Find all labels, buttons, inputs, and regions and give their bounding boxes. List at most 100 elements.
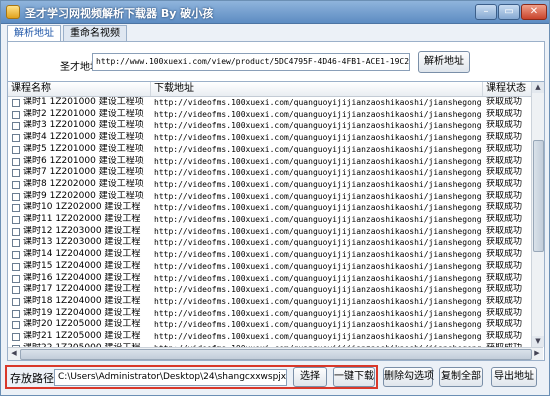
download-url-cell: http://videofms.100xuexi.com/quanguoyiji… <box>154 121 482 131</box>
download-url-cell: http://videofms.100xuexi.com/quanguoyiji… <box>154 250 482 260</box>
maximize-button[interactable]: ▭ <box>498 4 520 20</box>
table-row[interactable]: 课时14 1Z204000 建设工程 http://videofms.100xue… <box>8 249 531 261</box>
select-folder-button[interactable]: 选择 <box>293 367 327 387</box>
table-row[interactable]: 课时11 1Z202000 建设工程 http://videofms.100xue… <box>8 214 531 226</box>
url-input[interactable]: http://www.100xuexi.com/view/product/5DC… <box>92 53 410 71</box>
row-checkbox[interactable] <box>12 262 20 271</box>
column-header-url[interactable]: 下载地址 <box>151 82 483 96</box>
course-name-cell: 课时9 1Z202000 建设工程项 <box>23 190 144 201</box>
course-status-cell: 获取成功 <box>486 295 523 306</box>
table-row[interactable]: 课时15 1Z204000 建设工程 http://videofms.100xue… <box>8 261 531 273</box>
table-row[interactable]: 课时2 1Z201000 建设工程项 http://videofms.100xue… <box>8 109 531 121</box>
download-url-cell: http://videofms.100xuexi.com/quanguoyiji… <box>154 144 482 154</box>
close-button[interactable]: ✕ <box>521 4 547 20</box>
course-status-cell: 获取成功 <box>486 272 523 283</box>
table-row[interactable]: 课时20 1Z205000 建设工程 http://videofms.100xue… <box>8 319 531 331</box>
row-checkbox[interactable] <box>12 169 20 178</box>
course-status-cell: 获取成功 <box>486 237 523 248</box>
course-list: 课程名称 下载地址 课程状态 课时1 1Z201000 建设工程项 http://… <box>8 81 544 361</box>
row-checkbox[interactable] <box>12 309 20 318</box>
course-name-cell: 课时3 1Z201000 建设工程项 <box>23 120 144 131</box>
row-checkbox[interactable] <box>12 145 20 154</box>
delete-checked-button[interactable]: 删除勾选项 <box>383 367 434 387</box>
download-url-cell: http://videofms.100xuexi.com/quanguoyiji… <box>154 215 482 224</box>
vertical-scroll-thumb[interactable] <box>533 140 544 252</box>
minimize-button[interactable]: – <box>475 4 497 20</box>
row-checkbox[interactable] <box>12 274 20 283</box>
table-row[interactable]: 课时9 1Z202000 建设工程项 http://videofms.100xue… <box>8 191 531 203</box>
copy-all-button[interactable]: 复制全部 <box>439 367 483 387</box>
row-checkbox[interactable] <box>12 192 20 201</box>
course-name-cell: 课时1 1Z201000 建设工程项 <box>23 97 144 107</box>
course-status-cell: 获取成功 <box>486 155 523 166</box>
scroll-right-icon[interactable]: ▶ <box>531 348 543 359</box>
column-header-status[interactable]: 课程状态 <box>483 82 531 96</box>
scroll-up-icon[interactable]: ▲ <box>532 82 544 93</box>
row-checkbox[interactable] <box>12 216 20 224</box>
save-path-input[interactable]: C:\Users\Administrator\Desktop\24\shangc… <box>54 369 287 386</box>
title-bar[interactable]: 圣才学习网视频解析下载器 By 破小孩 – ▭ ✕ <box>1 1 549 24</box>
row-checkbox[interactable] <box>12 204 20 213</box>
table-row[interactable]: 课时13 1Z203000 建设工程 http://videofms.100xue… <box>8 237 531 249</box>
row-checkbox[interactable] <box>12 321 20 330</box>
table-row[interactable]: 课时18 1Z204000 建设工程 http://videofms.100xue… <box>8 296 531 308</box>
course-status-cell: 获取成功 <box>486 97 523 107</box>
parse-url-button[interactable]: 解析地址 <box>418 51 470 73</box>
course-status-cell: 获取成功 <box>486 167 523 178</box>
save-path-label: 存放路径: <box>10 372 58 385</box>
course-name-cell: 课时21 1Z205000 建设工程 <box>23 331 141 341</box>
course-name-cell: 课时7 1Z201000 建设工程项 <box>23 167 144 178</box>
tab-parse-url[interactable]: 解析地址 <box>7 25 61 42</box>
course-name-cell: 课时10 1Z202000 建设工程 <box>23 202 141 213</box>
scroll-down-icon[interactable]: ▼ <box>532 336 544 347</box>
table-row[interactable]: 课时8 1Z202000 建设工程项 http://videofms.100xue… <box>8 179 531 191</box>
course-name-cell: 课时6 1Z201000 建设工程项 <box>23 155 144 166</box>
table-row[interactable]: 课时4 1Z201000 建设工程项 http://videofms.100xue… <box>8 132 531 144</box>
course-status-cell: 获取成功 <box>486 249 523 260</box>
column-header-name[interactable]: 课程名称 <box>8 82 151 96</box>
vertical-scrollbar[interactable]: ▲ ▼ <box>531 82 544 347</box>
row-checkbox[interactable] <box>12 99 20 107</box>
download-url-cell: http://videofms.100xuexi.com/quanguoyiji… <box>154 203 482 213</box>
row-checkbox[interactable] <box>12 157 20 166</box>
tab-rename-video[interactable]: 重命名视频 <box>63 25 127 41</box>
download-url-cell: http://videofms.100xuexi.com/quanguoyiji… <box>154 296 482 306</box>
course-status-cell: 获取成功 <box>486 331 523 341</box>
row-checkbox[interactable] <box>12 297 20 306</box>
row-checkbox[interactable] <box>12 134 20 143</box>
table-row[interactable]: 课时3 1Z201000 建设工程项 http://videofms.100xue… <box>8 120 531 132</box>
list-header: 课程名称 下载地址 课程状态 <box>8 82 531 97</box>
table-row[interactable]: 课时1 1Z201000 建设工程项 http://videofms.100xue… <box>8 97 531 109</box>
horizontal-scrollbar[interactable]: ◀ ▶ <box>8 347 543 360</box>
row-checkbox[interactable] <box>12 110 20 119</box>
row-checkbox[interactable] <box>12 122 20 131</box>
course-status-cell: 获取成功 <box>486 225 523 236</box>
row-checkbox[interactable] <box>12 239 20 248</box>
table-row[interactable]: 课时17 1Z204000 建设工程 http://videofms.100xue… <box>8 284 531 296</box>
scroll-left-icon[interactable]: ◀ <box>8 348 20 359</box>
table-row[interactable]: 课时6 1Z201000 建设工程项 http://videofms.100xue… <box>8 156 531 168</box>
row-checkbox[interactable] <box>12 333 20 341</box>
table-row[interactable]: 课时7 1Z201000 建设工程项 http://videofms.100xue… <box>8 167 531 179</box>
horizontal-scroll-thumb[interactable] <box>20 349 532 360</box>
table-row[interactable]: 课时12 1Z203000 建设工程 http://videofms.100xue… <box>8 226 531 238</box>
table-row[interactable]: 课时21 1Z205000 建设工程 http://videofms.100xue… <box>8 331 531 343</box>
table-row[interactable]: 课时10 1Z202000 建设工程 http://videofms.100xue… <box>8 202 531 214</box>
row-checkbox[interactable] <box>12 251 20 260</box>
course-name-cell: 课时2 1Z201000 建设工程项 <box>23 108 144 119</box>
row-checkbox[interactable] <box>12 286 20 295</box>
export-urls-button[interactable]: 导出地址 <box>491 367 537 387</box>
row-checkbox[interactable] <box>12 180 20 189</box>
table-row[interactable]: 课时5 1Z201000 建设工程项 http://videofms.100xue… <box>8 144 531 156</box>
course-name-cell: 课时18 1Z204000 建设工程 <box>23 295 141 306</box>
table-row[interactable]: 课时19 1Z204000 建设工程 http://videofms.100xue… <box>8 308 531 320</box>
course-status-cell: 获取成功 <box>486 132 523 143</box>
download-url-cell: http://videofms.100xuexi.com/quanguoyiji… <box>154 179 482 189</box>
download-all-button[interactable]: 一键下载 <box>333 367 375 387</box>
course-status-cell: 获取成功 <box>486 202 523 213</box>
row-checkbox[interactable] <box>12 227 20 236</box>
course-status-cell: 获取成功 <box>486 307 523 318</box>
course-status-cell: 获取成功 <box>486 143 523 154</box>
table-row[interactable]: 课时16 1Z204000 建设工程 http://videofms.100xue… <box>8 273 531 285</box>
course-name-cell: 课时4 1Z201000 建设工程项 <box>23 132 144 143</box>
